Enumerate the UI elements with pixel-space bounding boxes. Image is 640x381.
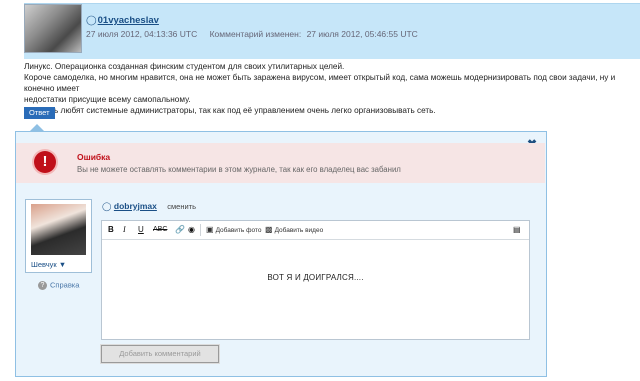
add-photo-button[interactable]: ▣ Добавить фото [206,224,261,236]
film-icon: ▩ [265,225,273,234]
userpic-selector[interactable]: Шевчук ▼ [25,199,92,273]
error-title: Ошибка [77,152,111,162]
help-icon: ? [38,280,47,290]
user-icon: ◯ [102,201,112,211]
comment-line: Короче самоделка, но многим нравится, он… [24,73,616,93]
add-photo-label: Добавить фото [215,227,262,234]
editor-toolbar: B I U ABC 🔗 ◉ ▣ Добавить фото ▩ Добавить в… [102,221,529,240]
link-icon[interactable]: 🔗 [175,224,185,236]
comment-line: недостатки присущие всему самопальному. [24,95,191,104]
underline-button[interactable]: U [138,224,144,236]
globe-icon[interactable]: ◉ [188,224,195,236]
toolbar-divider [200,224,201,236]
reply-button[interactable]: Ответ [24,107,55,119]
comment-posted-at: 27 июля 2012, 04:13:36 UTC [86,29,198,39]
bold-button[interactable]: B [108,224,114,236]
comment-body: Линукс. Операционка созданная финским ст… [24,61,640,116]
camera-icon: ▣ [206,225,214,234]
comment-editor: B I U ABC 🔗 ◉ ▣ Добавить фото ▩ Добавить в… [101,220,530,340]
userpic-dropdown[interactable]: Шевчук ▼ [31,260,66,269]
userpic-image[interactable] [31,204,86,255]
comment-edited-at: 27 июля 2012, 05:46:55 UTC [306,29,418,39]
composer-username-link[interactable]: dobryjmax [114,201,157,211]
add-video-button[interactable]: ▩ Добавить видео [265,224,323,236]
help-link[interactable]: ? Справка [38,280,79,290]
error-text: Вы не можете оставлять комментарии в это… [77,165,401,174]
strikethrough-button[interactable]: ABC [153,224,167,236]
composer-user-line: ◯ dobryjmax сменить [102,201,196,212]
comment-line: Её очень любят системные администраторы,… [24,106,436,115]
comment-line: Линукс. Операционка созданная финским ст… [24,62,345,71]
user-icon: ◯ [86,15,97,26]
commenter-username-line: ◯01vyacheslav [86,15,159,26]
error-icon: ! [34,151,56,173]
comment-meta: 27 июля 2012, 04:13:36 UTC Комментарий и… [86,29,428,39]
add-comment-button[interactable]: Добавить комментарий [100,344,220,364]
spellcheck-icon[interactable]: ▤ [513,224,521,236]
add-video-label: Добавить видео [274,227,324,234]
comment-textarea[interactable]: ВОТ Я И ДОИГРАЛСЯ.... [102,273,529,282]
help-label[interactable]: Справка [50,281,79,290]
error-message-box: ! Ошибка Вы не можете оставлять коммента… [16,143,545,183]
commenter-avatar[interactable] [24,4,82,53]
italic-button[interactable]: I [123,224,126,236]
change-user-link[interactable]: сменить [167,202,196,211]
panel-pointer [30,124,44,131]
comment-edited-label: Комментарий изменен: [209,29,302,39]
commenter-username-link[interactable]: 01vyacheslav [98,15,159,26]
comment-header: ◯01vyacheslav 27 июля 2012, 04:13:36 UTC… [24,3,640,59]
